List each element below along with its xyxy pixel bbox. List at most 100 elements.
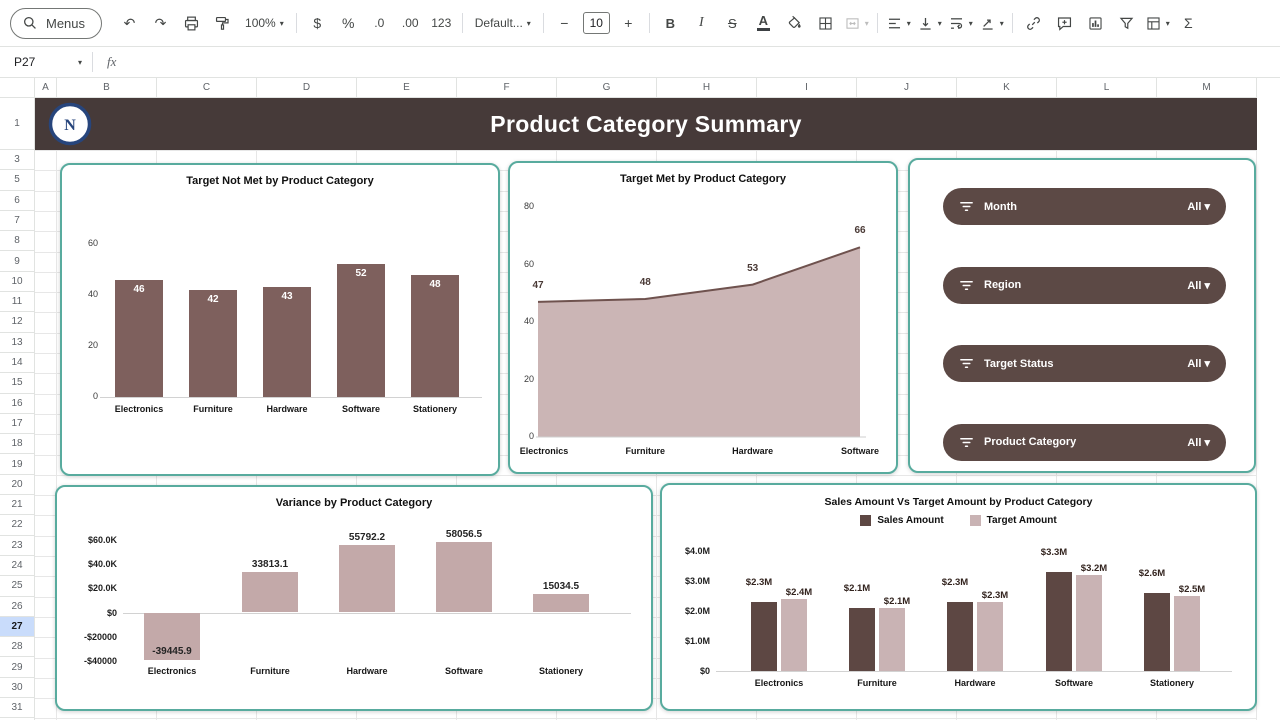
row-header-29[interactable]: 29 xyxy=(0,658,34,678)
row-header-20[interactable]: 20 xyxy=(0,475,34,495)
row-header-7[interactable]: 7 xyxy=(0,211,34,231)
row-header-6[interactable]: 6 xyxy=(0,191,34,211)
create-filter-button[interactable] xyxy=(1113,9,1140,37)
bold-button[interactable]: B xyxy=(657,9,684,37)
strikethrough-button[interactable]: S xyxy=(719,9,746,37)
chart-card-variance[interactable]: Variance by Product Category $60.0K$40.0… xyxy=(55,485,653,711)
print-button[interactable] xyxy=(178,9,205,37)
select-all-corner[interactable] xyxy=(0,78,35,98)
increase-decimal-button[interactable]: .00 xyxy=(397,9,424,37)
text-rotation-button[interactable]: ▾ xyxy=(978,9,1005,37)
slicer-target-status[interactable]: Target StatusAll ▾ xyxy=(943,345,1226,382)
row-header-21[interactable]: 21 xyxy=(0,495,34,515)
row-header-18[interactable]: 18 xyxy=(0,434,34,454)
borders-button[interactable] xyxy=(812,9,839,37)
row-header-11[interactable]: 11 xyxy=(0,292,34,312)
zoom-select[interactable]: 100%▾ xyxy=(240,9,289,37)
row-header-13[interactable]: 13 xyxy=(0,333,34,353)
column-header-g[interactable]: G xyxy=(557,78,657,97)
column-header-j[interactable]: J xyxy=(857,78,957,97)
text-color-button[interactable]: A xyxy=(750,9,777,37)
functions-button[interactable]: Σ xyxy=(1175,9,1202,37)
row-header-10[interactable]: 10 xyxy=(0,272,34,292)
chart-card-target-not-met[interactable]: Target Not Met by Product Category 02040… xyxy=(60,163,500,476)
text-rotation-icon xyxy=(979,15,996,32)
percent-format-button[interactable]: % xyxy=(335,9,362,37)
toolbar-divider xyxy=(1012,13,1013,33)
currency-format-button[interactable]: $ xyxy=(304,9,331,37)
vertical-align-button[interactable]: ▾ xyxy=(916,9,943,37)
bar-value-label: 15034.5 xyxy=(521,581,601,592)
column-header-k[interactable]: K xyxy=(957,78,1057,97)
target-value-label: $2.3M xyxy=(973,590,1017,601)
row-header-8[interactable]: 8 xyxy=(0,231,34,251)
y-tick-label: $60.0K xyxy=(63,535,117,545)
sheet-grid[interactable]: N Product Category Summary Target Not Me… xyxy=(35,98,1280,720)
italic-button[interactable]: I xyxy=(688,9,715,37)
row-header-25[interactable]: 25 xyxy=(0,576,34,596)
row-header-1[interactable]: 1 xyxy=(0,98,34,150)
column-header-f[interactable]: F xyxy=(457,78,557,97)
increase-font-size-button[interactable]: + xyxy=(615,9,642,37)
row-header-23[interactable]: 23 xyxy=(0,536,34,556)
row-header-27[interactable]: 27 xyxy=(0,617,34,637)
row-header-15[interactable]: 15 xyxy=(0,373,34,393)
row-header-16[interactable]: 16 xyxy=(0,394,34,414)
column-header-i[interactable]: I xyxy=(757,78,857,97)
column-header-e[interactable]: E xyxy=(357,78,457,97)
insert-comment-button[interactable] xyxy=(1051,9,1078,37)
chart-card-sales-vs-target[interactable]: Sales Amount Vs Target Amount by Product… xyxy=(660,483,1257,711)
row-header-19[interactable]: 19 xyxy=(0,455,34,475)
cell-reference-box[interactable]: P27 ▾ xyxy=(0,47,92,77)
fill-color-icon xyxy=(786,15,803,32)
number-format-button[interactable]: 123 xyxy=(428,9,455,37)
row-header-24[interactable]: 24 xyxy=(0,556,34,576)
column-header-l[interactable]: L xyxy=(1057,78,1157,97)
row-header-28[interactable]: 28 xyxy=(0,637,34,657)
row-header-30[interactable]: 30 xyxy=(0,678,34,698)
formula-input[interactable] xyxy=(130,47,1280,77)
horizontal-align-button[interactable]: ▾ xyxy=(885,9,912,37)
decrease-font-size-button[interactable]: − xyxy=(551,9,578,37)
chart-plot: $60.0K$40.0K$20.0K$0-$20000-$40000-39445… xyxy=(57,487,651,709)
insert-link-button[interactable] xyxy=(1020,9,1047,37)
column-header-m[interactable]: M xyxy=(1157,78,1257,97)
text-wrap-button[interactable]: ▾ xyxy=(947,9,974,37)
undo-button[interactable]: ↶ xyxy=(116,9,143,37)
print-icon xyxy=(183,15,200,32)
chart-card-target-met[interactable]: Target Met by Product Category 020406080… xyxy=(508,161,898,474)
decrease-decimal-button[interactable]: .0 xyxy=(366,9,393,37)
row-header-5[interactable]: 5 xyxy=(0,170,34,190)
insert-chart-button[interactable] xyxy=(1082,9,1109,37)
row-header-22[interactable]: 22 xyxy=(0,515,34,535)
search-icon xyxy=(22,15,38,31)
redo-button[interactable]: ↷ xyxy=(147,9,174,37)
fill-color-button[interactable] xyxy=(781,9,808,37)
slicer-region[interactable]: RegionAll ▾ xyxy=(943,267,1226,304)
column-header-b[interactable]: B xyxy=(57,78,157,97)
column-header-c[interactable]: C xyxy=(157,78,257,97)
row-header-26[interactable]: 26 xyxy=(0,597,34,617)
font-size-input[interactable]: 10 xyxy=(583,12,610,34)
slicer-month[interactable]: MonthAll ▾ xyxy=(943,188,1226,225)
row-header-14[interactable]: 14 xyxy=(0,353,34,373)
column-header-d[interactable]: D xyxy=(257,78,357,97)
column-header-h[interactable]: H xyxy=(657,78,757,97)
bar xyxy=(242,572,298,613)
category-label: Hardware xyxy=(938,678,1012,688)
gridline xyxy=(35,718,1257,719)
row-header-17[interactable]: 17 xyxy=(0,414,34,434)
table-views-button[interactable]: ▾ xyxy=(1144,9,1171,37)
menus-button[interactable]: Menus xyxy=(10,8,102,39)
row-header-31[interactable]: 31 xyxy=(0,698,34,718)
row-header-12[interactable]: 12 xyxy=(0,312,34,332)
column-header-a[interactable]: A xyxy=(35,78,57,97)
paint-format-button[interactable] xyxy=(209,9,236,37)
font-select[interactable]: Default...▾ xyxy=(470,9,536,37)
merge-cells-button[interactable]: ▾ xyxy=(843,9,870,37)
slicer-product-category[interactable]: Product CategoryAll ▾ xyxy=(943,424,1226,461)
bar xyxy=(337,264,385,397)
row-header-9[interactable]: 9 xyxy=(0,252,34,272)
sales-value-label: $3.3M xyxy=(1032,547,1076,558)
row-header-3[interactable]: 3 xyxy=(0,150,34,170)
